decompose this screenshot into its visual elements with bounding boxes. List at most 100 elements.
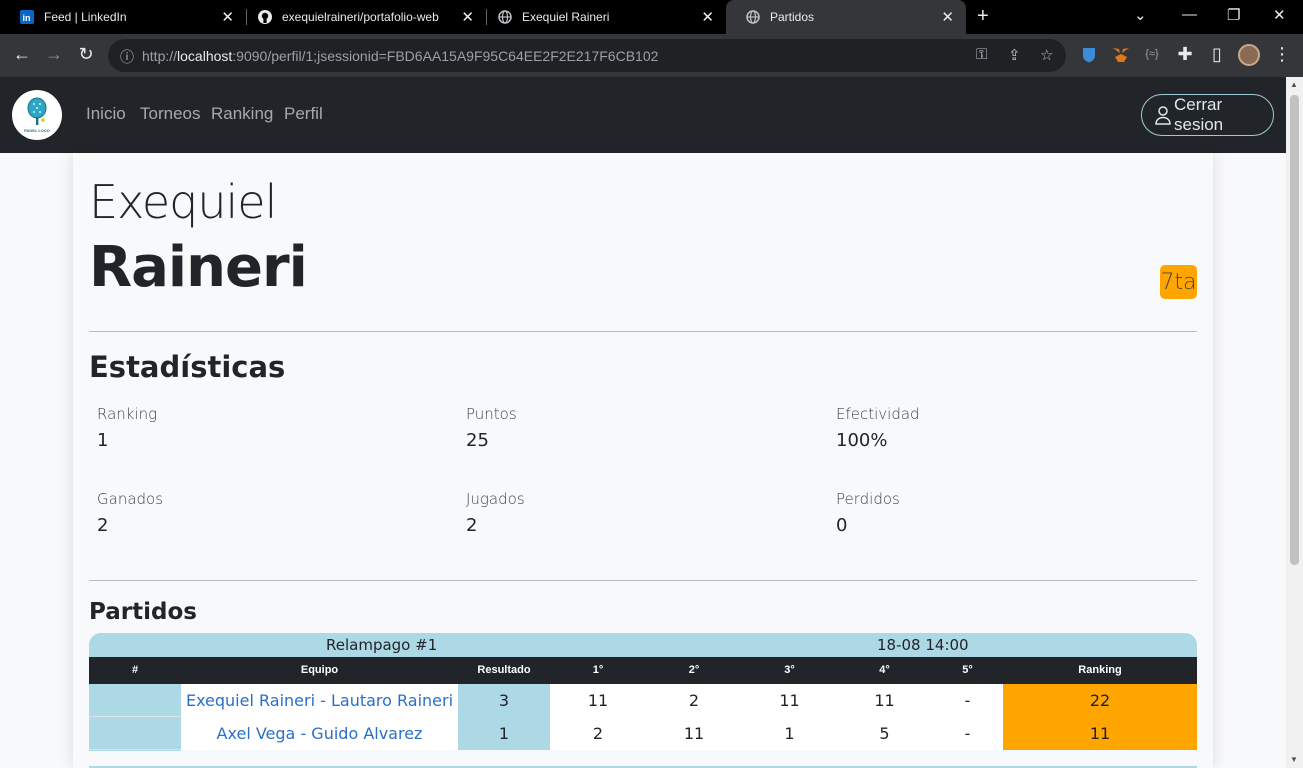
- tab-search-icon[interactable]: ⌄: [1134, 6, 1147, 24]
- match-table: Relampago #1 18-08 14:00 # Equipo Result…: [89, 633, 1197, 768]
- set-cell: -: [932, 684, 1003, 717]
- set-cell: 2: [550, 717, 646, 750]
- stat-efectividad: Efectividad 100%: [836, 405, 920, 451]
- logout-label: Cerrar sesion: [1174, 95, 1224, 134]
- close-icon[interactable]: ✕: [701, 8, 714, 26]
- team-link[interactable]: Exequiel Raineri - Lautaro Raineri: [186, 691, 453, 710]
- divider: [89, 331, 1197, 332]
- extension-json-icon[interactable]: {≈}: [1140, 48, 1164, 60]
- match-datetime: 18-08 14:00: [877, 636, 969, 654]
- restore-icon[interactable]: ❐: [1227, 6, 1240, 24]
- player-first-name: Exequiel: [89, 175, 277, 229]
- match-tournament: Relampago #1: [326, 636, 438, 654]
- stat-label: Perdidos: [836, 490, 900, 508]
- set-cell: 11: [742, 684, 837, 717]
- bookmark-star-icon[interactable]: ☆: [1040, 46, 1053, 64]
- url-text[interactable]: http://localhost:9090/perfil/1;jsessioni…: [142, 48, 658, 64]
- team-link[interactable]: Axel Vega - Guido Alvarez: [217, 724, 423, 743]
- stat-label: Efectividad: [836, 405, 920, 423]
- minimize-icon[interactable]: —: [1182, 6, 1197, 23]
- padel-racket-icon: PADEL LOCO: [24, 97, 50, 133]
- tab-github[interactable]: exequielraineri/portafolio-web ✕: [238, 0, 486, 34]
- reload-icon[interactable]: ↻: [74, 44, 98, 65]
- nav-torneos[interactable]: Torneos: [140, 104, 200, 124]
- ranking-cell: 22: [1003, 684, 1197, 717]
- address-bar[interactable]: ⓘ http://localhost:9090/perfil/1;jsessio…: [108, 39, 1066, 72]
- tab-linkedin[interactable]: in Feed | LinkedIn ✕: [0, 0, 246, 34]
- col-set-1: 1°: [592, 664, 604, 676]
- team-cell: Exequiel Raineri - Lautaro Raineri: [181, 684, 458, 717]
- info-icon[interactable]: ⓘ: [120, 47, 134, 67]
- back-icon[interactable]: ←: [10, 44, 34, 65]
- share-icon[interactable]: ⇪: [1008, 46, 1021, 64]
- bitwarden-icon[interactable]: [1082, 47, 1096, 63]
- match-header: Relampago #1 18-08 14:00: [89, 633, 1197, 657]
- close-icon[interactable]: ✕: [461, 8, 474, 26]
- close-icon[interactable]: ✕: [941, 8, 954, 26]
- close-window-icon[interactable]: ✕: [1273, 6, 1286, 24]
- stat-value: 100%: [836, 430, 888, 451]
- key-icon[interactable]: ⚿: [976, 46, 987, 63]
- col-number: #: [131, 664, 139, 676]
- new-tab-icon[interactable]: +: [977, 5, 989, 28]
- table-row: Axel Vega - Guido Alvarez 1 2 11 1 5 - 1…: [89, 717, 1197, 750]
- forward-icon[interactable]: →: [42, 44, 66, 65]
- col-ranking: Ranking: [1078, 664, 1122, 676]
- stat-label: Ranking: [97, 405, 158, 423]
- close-icon[interactable]: ✕: [221, 8, 234, 26]
- stat-label: Jugados: [466, 490, 525, 508]
- profile-card: Exequiel Raineri 7ta Estadísticas Rankin…: [73, 153, 1213, 768]
- side-panel-icon[interactable]: ▯: [1205, 44, 1229, 65]
- set-cell: 5: [837, 717, 932, 750]
- stats-heading: Estadísticas: [89, 350, 286, 384]
- stat-value: 2: [466, 515, 478, 536]
- matches-heading: Partidos: [89, 599, 197, 625]
- github-icon: [258, 10, 272, 24]
- svg-text:PADEL LOCO: PADEL LOCO: [24, 128, 50, 133]
- stat-value: 25: [466, 430, 489, 451]
- col-set-3: 3°: [784, 664, 795, 676]
- tab-partidos[interactable]: Partidos ✕: [726, 0, 966, 34]
- stat-label: Ganados: [97, 490, 164, 508]
- extensions-puzzle-icon[interactable]: ✚: [1173, 44, 1197, 65]
- scroll-up-icon[interactable]: ▲: [1290, 80, 1298, 89]
- page-scrollbar[interactable]: ▲ ▼: [1286, 77, 1303, 768]
- category-badge: 7ta: [1160, 265, 1197, 299]
- globe-icon: [498, 10, 512, 24]
- metamask-icon[interactable]: [1112, 47, 1130, 63]
- nav-perfil[interactable]: Perfil: [284, 104, 323, 124]
- tab-title: Partidos: [770, 10, 815, 24]
- player-last-name: Raineri: [89, 235, 308, 300]
- stat-ranking: Ranking 1: [97, 405, 157, 451]
- col-team: Equipo: [300, 664, 339, 676]
- set-cell: 11: [837, 684, 932, 717]
- stat-jugados: Jugados 2: [466, 490, 525, 536]
- tab-title: Feed | LinkedIn: [44, 10, 127, 24]
- divider: [89, 580, 1197, 581]
- stat-value: 0: [836, 515, 848, 536]
- tab-profile[interactable]: Exequiel Raineri ✕: [478, 0, 726, 34]
- table-row: Exequiel Raineri - Lautaro Raineri 3 11 …: [89, 684, 1197, 717]
- linkedin-icon: in: [20, 10, 34, 24]
- tab-title: Exequiel Raineri: [522, 10, 610, 24]
- ranking-cell: 11: [1003, 717, 1197, 750]
- tab-title: exequielraineri/portafolio-web: [282, 10, 439, 24]
- match-columns: # Equipo Resultado 1° 2° 3° 4° 5° Rankin…: [89, 657, 1197, 684]
- set-cell: 1: [742, 717, 837, 750]
- menu-dots-icon[interactable]: ⋮: [1270, 44, 1294, 65]
- scrollbar-thumb[interactable]: [1290, 95, 1299, 565]
- set-cell: -: [932, 717, 1003, 750]
- team-cell: Axel Vega - Guido Alvarez: [181, 717, 458, 750]
- set-cell: 2: [646, 684, 742, 717]
- stat-ganados: Ganados 2: [97, 490, 163, 536]
- result-cell: 3: [458, 684, 550, 717]
- set-cell: 11: [646, 717, 742, 750]
- site-logo[interactable]: PADEL LOCO: [12, 90, 62, 140]
- nav-inicio[interactable]: Inicio: [86, 104, 126, 124]
- logout-button[interactable]: Cerrar sesion: [1141, 94, 1274, 136]
- col-set-4: 4°: [879, 664, 890, 676]
- scroll-down-icon[interactable]: ▼: [1290, 755, 1298, 764]
- nav-ranking[interactable]: Ranking: [211, 104, 273, 124]
- result-cell: 1: [458, 717, 550, 750]
- profile-avatar[interactable]: [1238, 44, 1260, 66]
